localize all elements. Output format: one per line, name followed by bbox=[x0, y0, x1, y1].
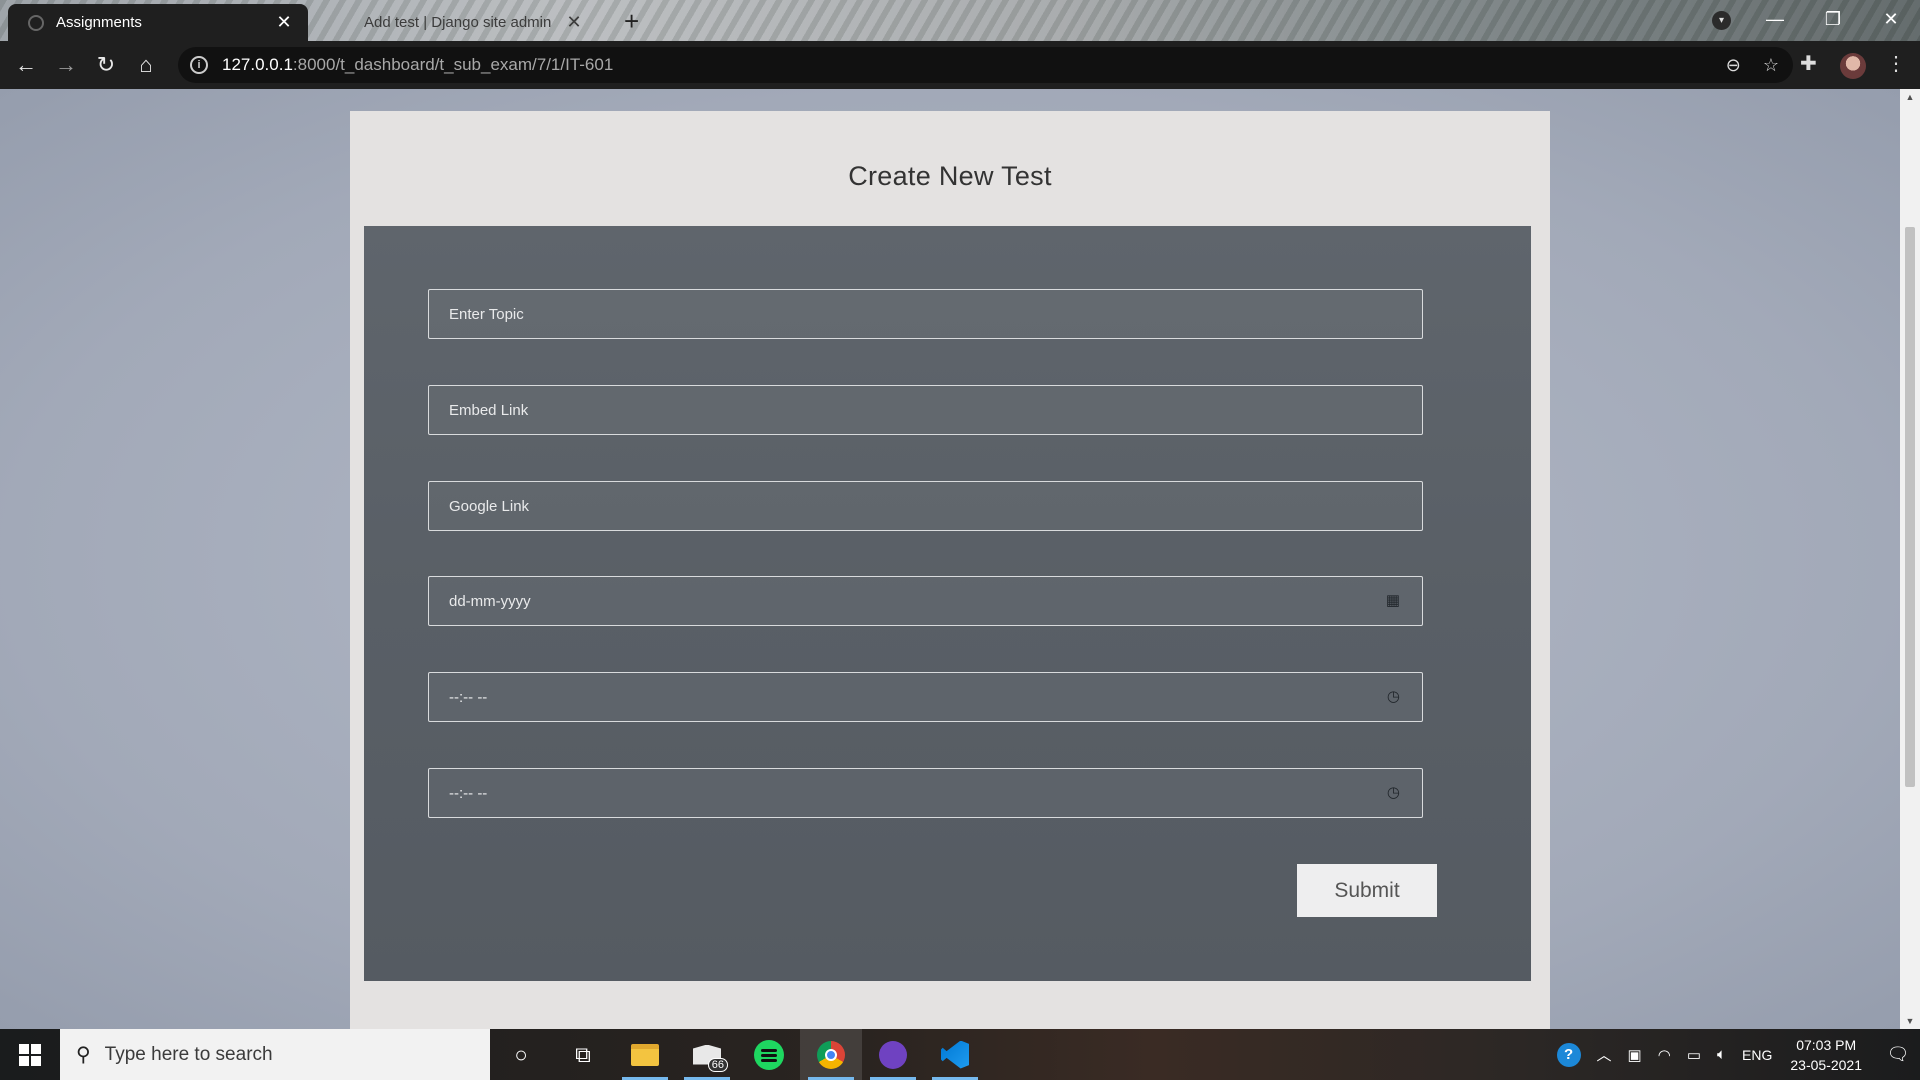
forward-icon[interactable]: → bbox=[46, 52, 86, 78]
submit-button[interactable]: Submit bbox=[1297, 864, 1437, 917]
clock-time: 07:03 PM bbox=[1796, 1036, 1857, 1053]
file-explorer-icon[interactable] bbox=[614, 1029, 676, 1080]
scrollbar-thumb[interactable] bbox=[1905, 227, 1915, 787]
meet-now-icon[interactable]: ▣ bbox=[1628, 1046, 1642, 1064]
tab-search-icon[interactable]: ▾ bbox=[1712, 11, 1731, 30]
spotify-icon[interactable] bbox=[738, 1029, 800, 1080]
reload-icon[interactable]: ↻ bbox=[86, 52, 126, 78]
notifications-icon[interactable]: 🗨︎ bbox=[1876, 1044, 1920, 1065]
mail-icon[interactable]: 66 bbox=[676, 1029, 738, 1080]
tab-title: Assignments bbox=[56, 14, 142, 31]
taskbar-clock[interactable]: 07:03 PM 23-05-2021 bbox=[1790, 1035, 1862, 1075]
date-placeholder: dd-mm-yyyy bbox=[449, 592, 531, 610]
embed-link-input[interactable]: Embed Link bbox=[428, 385, 1423, 435]
url-path: :8000/t_dashboard/t_sub_exam/7/1/IT-601 bbox=[292, 55, 614, 74]
start-time-input[interactable]: --:-- -- ◷ bbox=[428, 672, 1423, 722]
vscode-icon[interactable] bbox=[924, 1029, 986, 1080]
test-form-card: Create New Test Enter Topic Embed Link G… bbox=[350, 111, 1550, 1029]
scroll-up-icon[interactable]: ▲ bbox=[1900, 92, 1920, 102]
clock-date: 23-05-2021 bbox=[1790, 1056, 1862, 1073]
page-scrollbar[interactable]: ▲ ▼ bbox=[1900, 89, 1920, 1029]
search-icon: ⚲ bbox=[76, 1044, 91, 1066]
windows-taskbar: ⚲ Type here to search ○ ⧉ 66 ? ︿ ▣ ◠ ▭ 🔈… bbox=[0, 1029, 1920, 1080]
address-bar[interactable]: i 127.0.0.1:8000/t_dashboard/t_sub_exam/… bbox=[178, 47, 1793, 83]
taskbar-search[interactable]: ⚲ Type here to search bbox=[60, 1029, 490, 1080]
language-indicator[interactable]: ENG bbox=[1742, 1047, 1772, 1063]
github-desktop-icon[interactable] bbox=[862, 1029, 924, 1080]
back-icon[interactable]: ← bbox=[6, 52, 46, 78]
system-tray: ? ︿ ▣ ◠ ▭ 🔈︎ ENG 07:03 PM 23-05-2021 🗨︎ bbox=[1549, 1029, 1920, 1080]
tab-assignments[interactable]: Assignments ✕ bbox=[8, 4, 308, 41]
clock-icon[interactable]: ◷ bbox=[1387, 783, 1400, 801]
site-info-icon[interactable]: i bbox=[190, 56, 208, 74]
embed-link-placeholder: Embed Link bbox=[449, 401, 529, 419]
mail-badge: 66 bbox=[707, 1058, 728, 1072]
new-tab-icon[interactable]: + bbox=[624, 6, 639, 37]
minimize-icon[interactable]: — bbox=[1746, 0, 1804, 41]
windows-logo-icon bbox=[19, 1043, 41, 1066]
home-icon[interactable]: ⌂ bbox=[126, 52, 166, 78]
bookmark-star-icon[interactable]: ☆ bbox=[1763, 55, 1779, 76]
start-button[interactable] bbox=[0, 1029, 60, 1080]
end-time-placeholder: --:-- -- bbox=[449, 784, 488, 802]
clock-icon[interactable]: ◷ bbox=[1387, 687, 1400, 705]
google-link-placeholder: Google Link bbox=[449, 497, 530, 515]
topic-input[interactable]: Enter Topic bbox=[428, 289, 1423, 339]
browser-toolbar: ← → ↻ ⌂ i 127.0.0.1:8000/t_dashboard/t_s… bbox=[0, 41, 1920, 89]
close-window-icon[interactable]: ✕ bbox=[1862, 0, 1920, 41]
profile-avatar[interactable] bbox=[1840, 53, 1866, 79]
tab-django-admin[interactable]: Add test | Django site admin ✕ bbox=[316, 4, 598, 41]
tab-title: Add test | Django site admin bbox=[364, 14, 552, 31]
page-viewport: Create New Test Enter Topic Embed Link G… bbox=[0, 89, 1900, 1029]
battery-icon[interactable]: ▭ bbox=[1687, 1046, 1701, 1064]
maximize-icon[interactable]: ❐ bbox=[1804, 0, 1862, 41]
wifi-icon[interactable]: ◠ bbox=[1658, 1046, 1671, 1064]
google-link-input[interactable]: Google Link bbox=[428, 481, 1423, 531]
window-controls: — ❐ ✕ bbox=[1746, 0, 1920, 41]
help-icon[interactable]: ? bbox=[1556, 1042, 1581, 1067]
browser-tab-strip: Assignments ✕ Add test | Django site adm… bbox=[0, 0, 1920, 41]
cortana-icon[interactable]: ○ bbox=[490, 1029, 552, 1080]
calendar-icon[interactable]: ▦ bbox=[1386, 591, 1400, 609]
chrome-icon[interactable] bbox=[800, 1029, 862, 1080]
chevron-up-icon[interactable]: ︿ bbox=[1597, 1044, 1612, 1065]
start-time-placeholder: --:-- -- bbox=[449, 688, 488, 706]
volume-icon[interactable]: 🔈︎ bbox=[1717, 1046, 1726, 1063]
loading-icon bbox=[28, 14, 44, 31]
end-time-input[interactable]: --:-- -- ◷ bbox=[428, 768, 1423, 818]
menu-kebab-icon[interactable]: ⋮ bbox=[1886, 51, 1906, 76]
close-icon[interactable]: ✕ bbox=[274, 12, 294, 33]
extensions-icon[interactable]: ✚ bbox=[1800, 51, 1817, 76]
page-title: Create New Test bbox=[848, 161, 1052, 191]
date-input[interactable]: dd-mm-yyyy ▦ bbox=[428, 576, 1423, 626]
topic-placeholder: Enter Topic bbox=[449, 305, 524, 323]
form-panel: Enter Topic Embed Link Google Link dd-mm… bbox=[364, 226, 1531, 981]
zoom-icon[interactable]: ⊖ bbox=[1726, 55, 1741, 76]
taskbar-search-placeholder: Type here to search bbox=[104, 1043, 273, 1065]
close-icon[interactable]: ✕ bbox=[564, 12, 584, 33]
url-host: 127.0.0.1 bbox=[222, 55, 293, 74]
task-view-icon[interactable]: ⧉ bbox=[552, 1029, 614, 1080]
scroll-down-icon[interactable]: ▼ bbox=[1900, 1016, 1920, 1026]
